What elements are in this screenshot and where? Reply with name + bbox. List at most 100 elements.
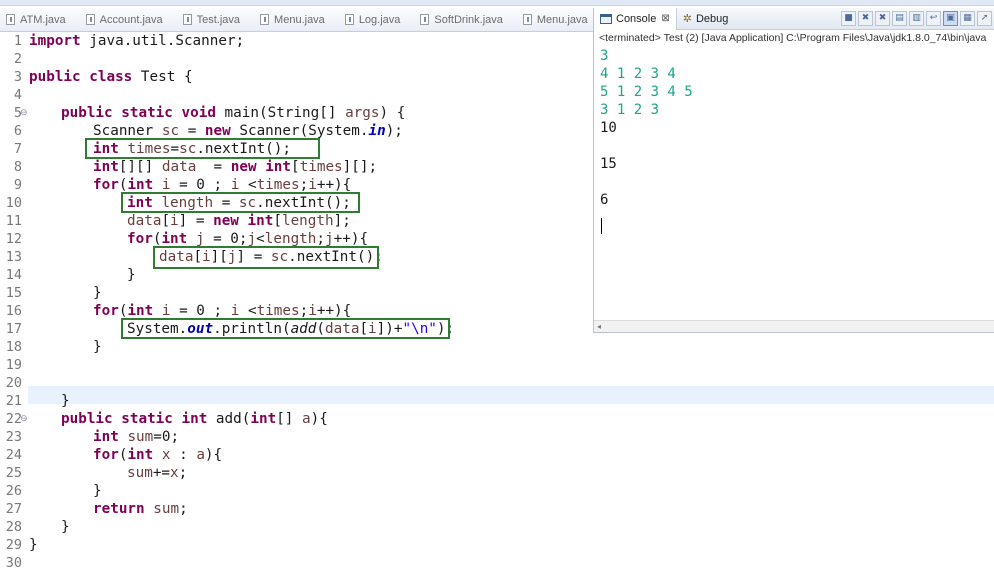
code-line-15: }	[93, 285, 102, 301]
line-number: 10	[5, 195, 22, 211]
code-line-24: for(int x : a){	[93, 447, 223, 463]
tab-test-java[interactable]: Test.java	[177, 8, 254, 31]
line-number: 27	[5, 501, 22, 517]
line-number: 21	[5, 393, 22, 409]
highlight-box	[121, 318, 450, 339]
console-input-line: 3	[600, 48, 609, 64]
code-line-11: data[i] = new int[length];	[127, 213, 351, 229]
line-number: 19	[5, 357, 22, 373]
line-number: 17	[5, 321, 22, 337]
pin-console-icon[interactable]: ▣	[943, 11, 958, 26]
open-console-icon[interactable]: ➚	[977, 11, 992, 26]
console-view: Console ⊠ ✲ Debug ■ ✖ ✖ ▤ ▥ ↩ ▣ ▦ ➚ <ter…	[593, 7, 994, 333]
debug-icon: ✲	[682, 13, 692, 25]
terminate-icon[interactable]: ■	[841, 11, 856, 26]
highlight-box	[85, 138, 320, 159]
tab-menu-java-2[interactable]: Menu.java	[517, 8, 596, 31]
clear-console-icon[interactable]: ▤	[892, 11, 907, 26]
line-number: 5	[13, 105, 22, 121]
tab-label: Test.java	[196, 13, 241, 26]
tab-debug-label: Debug	[695, 12, 729, 25]
code-line-28: }	[61, 519, 70, 535]
console-icon	[600, 13, 612, 24]
code-line-21: }	[61, 393, 70, 409]
remove-launch-icon[interactable]: ✖	[858, 11, 873, 26]
line-number: 9	[13, 177, 22, 193]
scroll-lock-icon[interactable]: ▥	[909, 11, 924, 26]
line-number: 22	[5, 411, 22, 427]
line-number: 26	[5, 483, 22, 499]
close-icon[interactable]: ⊠	[661, 13, 669, 24]
word-wrap-icon[interactable]: ↩	[926, 11, 941, 26]
java-file-icon	[85, 14, 95, 25]
console-tab-bar: Console ⊠ ✲ Debug ■ ✖ ✖ ▤ ▥ ↩ ▣ ▦ ➚	[594, 7, 994, 30]
java-file-icon	[182, 14, 192, 25]
code-line-8: int[][] data = new int[times][];	[93, 159, 378, 175]
line-number: 3	[13, 69, 22, 85]
fold-marker-icon[interactable]: ⊖	[20, 410, 28, 428]
line-number: 13	[5, 249, 22, 265]
tab-label: Menu.java	[536, 13, 588, 26]
scroll-left-icon[interactable]: ◂	[597, 322, 601, 331]
text-caret	[601, 218, 602, 234]
console-status: <terminated> Test (2) [Java Application]…	[599, 32, 987, 44]
code-line-5: public static void main(String[] args) {	[61, 105, 406, 121]
line-number: 23	[5, 429, 22, 445]
editor-tab-bar: ATM.java Account.java Test.java Menu.jav…	[0, 8, 596, 32]
code-line-23: int sum=0;	[93, 429, 180, 445]
line-number: 29	[5, 537, 22, 553]
console-input-line: 4 1 2 3 4	[600, 66, 676, 82]
fold-marker-icon[interactable]: ⊖	[20, 104, 28, 122]
console-output-line: 15	[600, 156, 617, 172]
java-file-icon	[344, 14, 354, 25]
line-number: 12	[5, 231, 22, 247]
line-number: 28	[5, 519, 22, 535]
line-number: 7	[13, 141, 22, 157]
code-line-25: sum+=x;	[127, 465, 188, 481]
tab-menu-java[interactable]: Menu.java	[254, 8, 339, 31]
tab-debug[interactable]: ✲ Debug	[677, 8, 735, 30]
tab-label: Log.java	[358, 13, 401, 26]
console-input-line: 3 1 2 3	[600, 102, 660, 118]
code-line-29: }	[29, 537, 38, 553]
console-output-line: 10	[600, 120, 617, 136]
tab-atm-java[interactable]: ATM.java	[0, 8, 80, 31]
current-line-highlight	[28, 386, 994, 404]
tab-console-label: Console	[616, 12, 657, 25]
code-line-22: public static int add(int[] a){	[61, 411, 328, 427]
remove-all-icon[interactable]: ✖	[875, 11, 890, 26]
line-number: 2	[13, 51, 22, 67]
java-file-icon	[6, 14, 15, 25]
horizontal-scrollbar[interactable]: ◂	[594, 320, 994, 332]
line-number: 1	[13, 33, 22, 49]
line-number: 11	[5, 213, 22, 229]
display-console-icon[interactable]: ▦	[960, 11, 975, 26]
line-number: 15	[5, 285, 22, 301]
line-number: 18	[5, 339, 22, 355]
highlight-box	[153, 246, 379, 269]
console-input-line: 5 1 2 3 4 5	[600, 84, 693, 100]
code-line-27: return sum;	[93, 501, 188, 517]
console-toolbar: ■ ✖ ✖ ▤ ▥ ↩ ▣ ▦ ➚	[841, 11, 992, 26]
highlight-box	[121, 192, 360, 213]
tab-label: Menu.java	[274, 13, 325, 26]
tab-log-java[interactable]: Log.java	[339, 8, 415, 31]
code-line-3: public class Test {	[29, 69, 193, 85]
line-number: 14	[5, 267, 22, 283]
line-number: 4	[13, 87, 22, 103]
line-number: 24	[5, 447, 22, 463]
window-top-border	[0, 0, 994, 6]
line-number: 20	[5, 375, 22, 391]
tab-softdrink-java[interactable]: SoftDrink.java	[414, 8, 516, 31]
java-file-icon	[260, 14, 270, 25]
line-number: 30	[5, 555, 22, 571]
tab-console[interactable]: Console ⊠	[594, 7, 677, 30]
tab-account-java[interactable]: Account.java	[80, 8, 177, 31]
code-line-14: }	[127, 267, 136, 283]
console-output-line: 6	[600, 192, 609, 208]
line-number: 25	[5, 465, 22, 481]
code-line-1: import java.util.Scanner;	[29, 33, 245, 49]
code-line-18: }	[93, 339, 102, 355]
code-line-26: }	[93, 483, 102, 499]
line-number: 6	[13, 123, 22, 139]
